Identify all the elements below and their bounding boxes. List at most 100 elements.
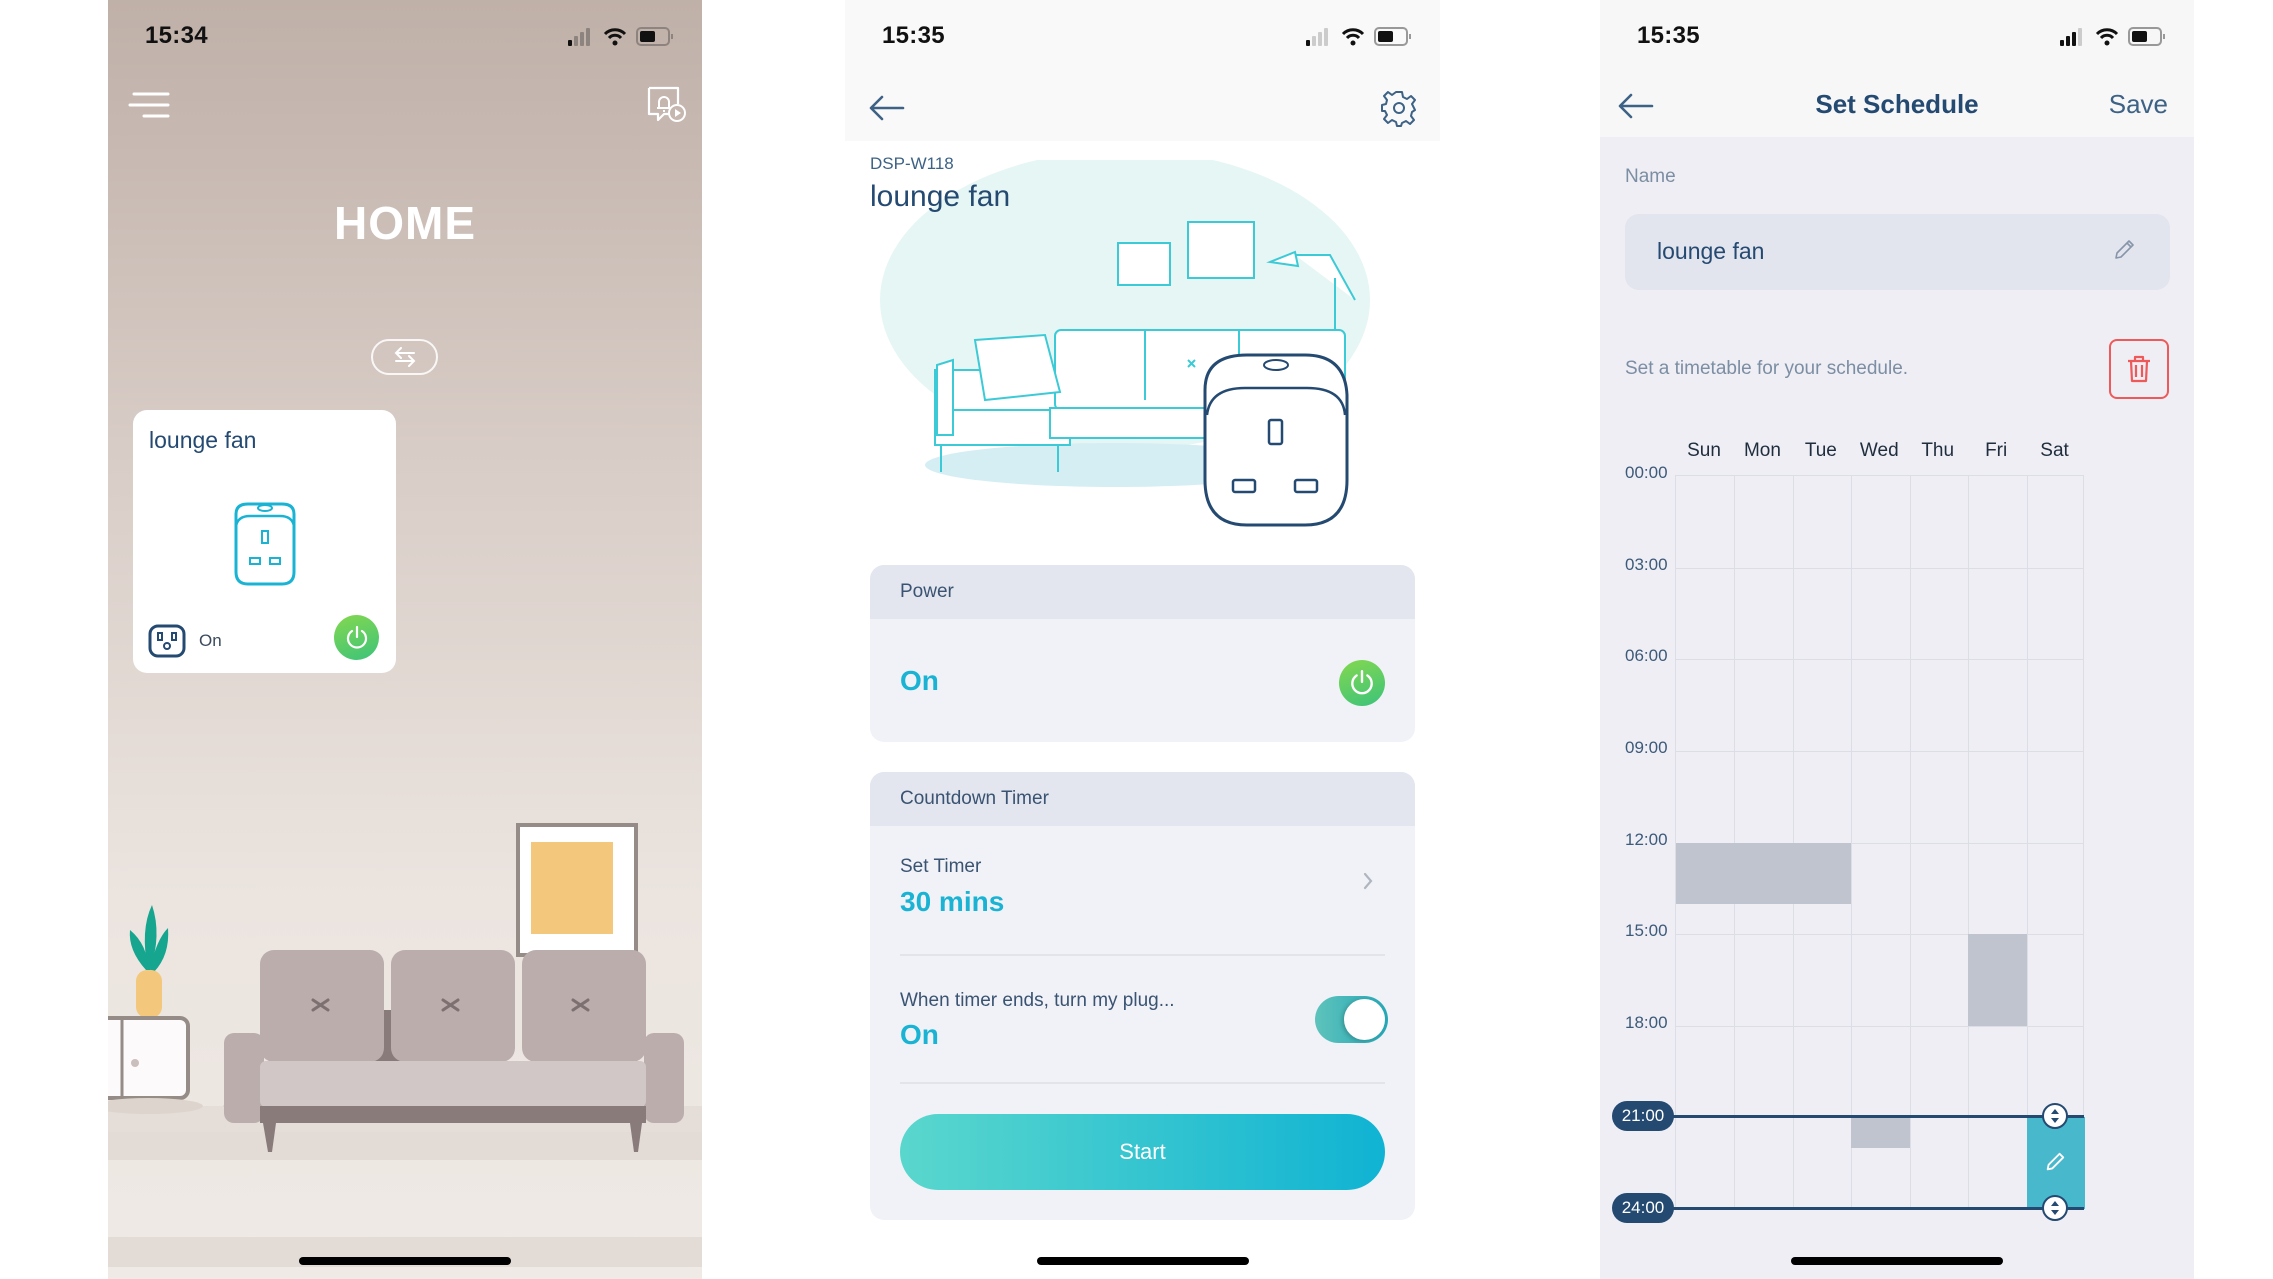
hamburger-menu-icon <box>128 92 170 118</box>
status-icons <box>2060 27 2166 46</box>
outlet-icon <box>148 624 186 658</box>
hour-label: 18:00 <box>1625 1012 1668 1032</box>
day-header-fri: Fri <box>1985 440 2008 461</box>
status-time: 15:35 <box>1637 22 1700 49</box>
schedule-name-value: lounge fan <box>1657 238 1765 264</box>
living-room-illustration <box>108 823 702 1267</box>
home-screen: 15:34 HOME lounge fan On <box>108 0 702 1279</box>
name-label: Name <box>1625 166 1676 187</box>
start-button[interactable]: Start <box>900 1114 1385 1190</box>
nav-bar: Set Schedule Save <box>1600 75 2194 137</box>
hour-label: 15:00 <box>1625 921 1668 941</box>
nav-bar <box>845 75 1440 141</box>
device-status: On <box>199 631 222 650</box>
day-header-sun: Sun <box>1687 440 1721 461</box>
power-section-title: Power <box>870 565 1415 619</box>
end-action-label: When timer ends, turn my plug... <box>900 990 1175 1011</box>
battery-icon <box>2128 27 2165 46</box>
selection-end-time[interactable]: 24:00 <box>1612 1193 1674 1223</box>
status-icons <box>568 27 674 46</box>
delete-button[interactable] <box>2109 339 2169 399</box>
power-status: On <box>900 665 939 696</box>
device-illustration <box>880 160 1370 527</box>
schedule-hint: Set a timetable for your schedule. <box>1625 358 1909 379</box>
sofa <box>223 950 684 1152</box>
schedule-block-wed[interactable] <box>1851 1117 1910 1148</box>
signal-icon <box>568 27 590 46</box>
home-indicator <box>1036 1257 1249 1265</box>
day-header-sat: Sat <box>2040 440 2069 461</box>
end-action-toggle[interactable] <box>1315 996 1388 1043</box>
device-name: lounge fan <box>149 427 257 453</box>
set-timer-label: Set Timer <box>900 856 982 877</box>
device-name: lounge fan <box>870 180 1011 213</box>
hour-label: 12:00 <box>1625 829 1668 849</box>
selection-start-time[interactable]: 21:00 <box>1612 1101 1674 1132</box>
side-cabinet <box>108 1016 203 1114</box>
toggle-knob <box>1344 999 1385 1040</box>
schedule-block-tue[interactable] <box>1792 842 1852 904</box>
device-card[interactable]: lounge fan On <box>133 410 396 673</box>
set-timer-row[interactable]: Set Timer 30 mins <box>870 826 1415 954</box>
switch-home-button[interactable] <box>371 339 438 375</box>
back-arrow-icon <box>869 95 905 121</box>
grid-column-line <box>1734 476 1736 1207</box>
edit-block-pencil-icon[interactable] <box>2044 1151 2066 1173</box>
power-toggle-button[interactable] <box>334 615 379 660</box>
status-bar: 15:34 <box>108 0 702 75</box>
countdown-timer-section: Countdown Timer Set Timer 30 mins When t… <box>870 772 1415 1220</box>
notification-bell-icon <box>647 86 686 122</box>
plant <box>129 905 169 1018</box>
status-time: 15:34 <box>145 22 208 49</box>
schedule-block-sun[interactable] <box>1676 842 1735 904</box>
home-indicator <box>1791 1257 2003 1265</box>
schedule-block-fri[interactable] <box>1968 934 2027 1026</box>
grid-column-line <box>1851 476 1853 1207</box>
status-bar: 15:35 <box>845 0 1440 75</box>
schedule-name-input[interactable]: lounge fan <box>1625 214 2170 290</box>
day-header-wed: Wed <box>1859 440 1899 461</box>
selection-start-line <box>1655 1115 2084 1119</box>
status-time: 15:35 <box>882 22 945 49</box>
schedule-screen: 15:35 Set Schedule Save Name lounge fan … <box>1600 0 2194 1279</box>
signal-icon <box>1306 27 1328 46</box>
selection-end-handle[interactable] <box>2041 1195 2068 1221</box>
trash-icon <box>2128 355 2150 383</box>
home-indicator <box>299 1257 511 1265</box>
day-header-mon: Mon <box>1743 440 1781 461</box>
selection-start-handle[interactable] <box>2041 1103 2068 1130</box>
power-icon <box>346 625 367 649</box>
grid-column-line <box>1792 476 1794 1207</box>
hour-label: 09:00 <box>1625 737 1668 757</box>
divider <box>900 954 1385 956</box>
divider <box>900 1082 1385 1084</box>
menu-button[interactable] <box>128 90 172 120</box>
hour-label: 00:00 <box>1625 463 1668 482</box>
save-button[interactable]: Save <box>2109 89 2168 120</box>
page-title: HOME <box>334 197 476 249</box>
power-section: Power On <box>870 565 1415 742</box>
schedule-block-mon[interactable] <box>1734 842 1793 904</box>
chevron-right-icon <box>1363 872 1373 890</box>
status-icons <box>1306 27 1412 46</box>
device-screen: 15:35 DSP-W118 lounge fan Power On Count… <box>845 0 1440 1279</box>
grid-row-line <box>1676 659 2083 661</box>
countdown-section-title: Countdown Timer <box>870 772 1415 826</box>
day-header-thu: Thu <box>1921 440 1955 461</box>
pencil-icon <box>2115 240 2134 259</box>
wall-picture <box>516 823 638 957</box>
page-title: Set Schedule <box>1815 89 1979 119</box>
grid-column-line <box>2026 476 2028 1207</box>
settings-button[interactable] <box>1380 89 1418 127</box>
gear-icon <box>1381 91 1416 127</box>
back-button[interactable] <box>867 93 907 123</box>
day-header-tue: Tue <box>1804 440 1837 461</box>
power-toggle-button[interactable] <box>1339 660 1385 706</box>
status-bar: 15:35 <box>1600 0 2194 75</box>
hour-label: 03:00 <box>1625 554 1668 574</box>
schedule-grid[interactable] <box>1675 475 2085 1209</box>
end-action-value: On <box>900 1019 939 1050</box>
notifications-button[interactable] <box>644 84 688 124</box>
drag-arrows-icon <box>2050 1201 2059 1215</box>
wifi-icon <box>2095 27 2119 45</box>
